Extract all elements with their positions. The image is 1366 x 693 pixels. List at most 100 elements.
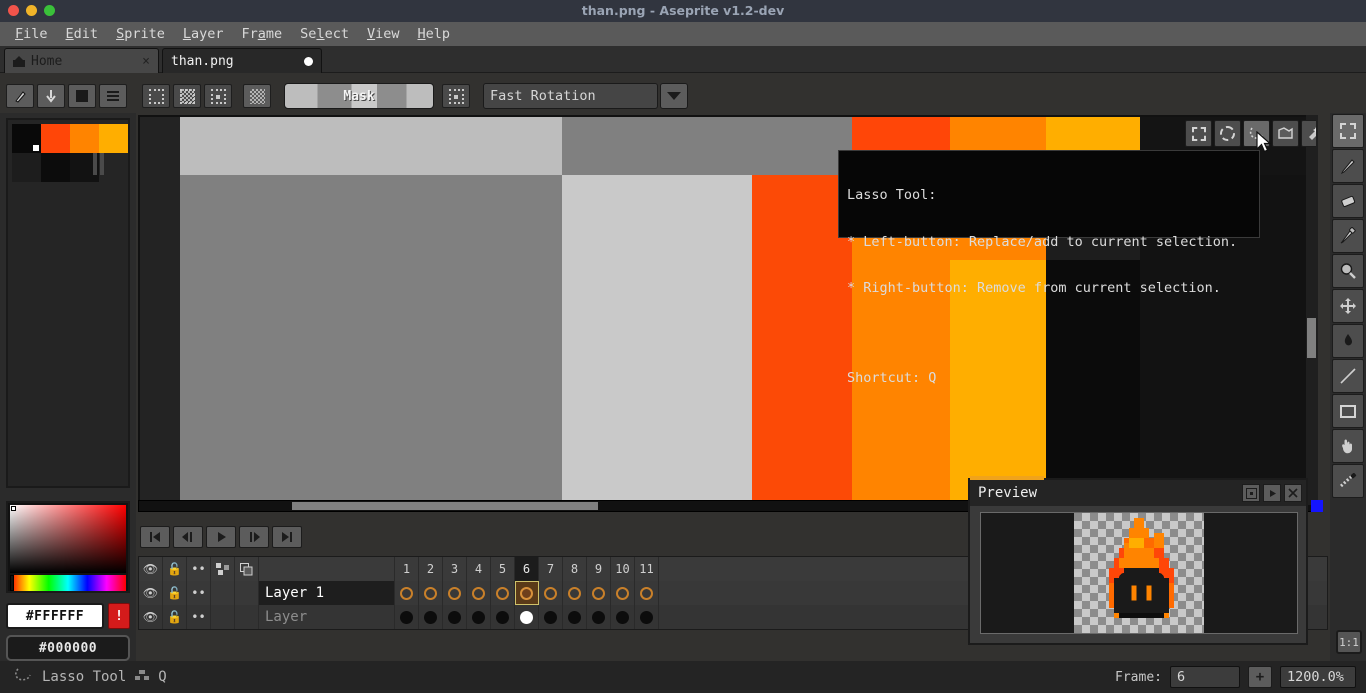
continuous-icon[interactable]: ••	[187, 605, 211, 629]
cel[interactable]	[467, 605, 491, 629]
brush-shape-icon[interactable]	[6, 84, 34, 108]
menu-frame[interactable]: Frame	[233, 24, 292, 45]
rectangle-tool-icon[interactable]	[1332, 394, 1364, 428]
palette-swatch-1[interactable]	[41, 124, 70, 153]
lock-icon[interactable]: 🔓	[163, 605, 187, 629]
menu-select[interactable]: Select	[291, 24, 358, 45]
frame-header-9[interactable]: 9	[587, 557, 611, 581]
cel[interactable]	[419, 605, 443, 629]
rotation-algorithm-select[interactable]: Fast Rotation	[483, 83, 658, 109]
play-icon[interactable]	[1263, 484, 1281, 502]
previous-frame-button[interactable]	[173, 526, 203, 548]
zoom-reset-button[interactable]: 1:1	[1336, 630, 1362, 654]
selection-add-icon[interactable]	[173, 84, 201, 108]
cel[interactable]	[563, 605, 587, 629]
line-tool-icon[interactable]	[1332, 359, 1364, 393]
mask-preview[interactable]: Mask	[284, 83, 434, 109]
cel[interactable]	[395, 605, 419, 629]
zoom-tool-icon[interactable]	[1332, 254, 1364, 288]
saturation-value-field[interactable]	[10, 505, 126, 573]
vertical-scrollbar[interactable]	[1306, 115, 1318, 505]
frame-header-1[interactable]: 1	[395, 557, 419, 581]
layer-group-icon[interactable]	[235, 557, 259, 581]
palette-swatch-0[interactable]	[12, 124, 41, 153]
menu-sprite[interactable]: Sprite	[107, 24, 174, 45]
palette-swatch-4[interactable]	[12, 153, 41, 182]
add-frame-button[interactable]: +	[1248, 666, 1272, 688]
cel[interactable]	[491, 581, 515, 605]
cel[interactable]	[635, 605, 659, 629]
first-frame-button[interactable]	[140, 526, 170, 548]
cel[interactable]	[419, 581, 443, 605]
color-palette[interactable]	[6, 118, 130, 488]
cel-selected[interactable]	[515, 581, 539, 605]
selection-replace-icon[interactable]	[142, 84, 170, 108]
menu-edit[interactable]: Edit	[57, 24, 108, 45]
continuous-icon[interactable]: ••	[187, 581, 211, 605]
cel[interactable]	[539, 581, 563, 605]
cel[interactable]	[443, 605, 467, 629]
close-icon[interactable]	[1284, 484, 1302, 502]
cel[interactable]	[443, 581, 467, 605]
contour-tool-icon[interactable]	[1332, 464, 1364, 498]
lock-icon[interactable]: 🔓	[163, 581, 187, 605]
chevron-down-icon[interactable]	[660, 83, 688, 109]
frame-input[interactable]: 6	[1170, 666, 1240, 688]
brush-square-icon[interactable]	[68, 84, 96, 108]
close-icon[interactable]: ×	[142, 54, 150, 69]
eyedropper-tool-icon[interactable]	[1332, 219, 1364, 253]
preview-body[interactable]	[980, 512, 1298, 634]
dither-icon[interactable]	[442, 84, 470, 108]
tab-home[interactable]: Home ×	[4, 48, 159, 73]
move-tool-icon[interactable]	[1332, 289, 1364, 323]
fit-icon[interactable]	[1242, 484, 1260, 502]
paint-bucket-tool-icon[interactable]	[1332, 324, 1364, 358]
cel[interactable]	[515, 605, 539, 629]
palette-swatch-2[interactable]	[70, 124, 99, 153]
play-button[interactable]	[206, 526, 236, 548]
palette-resize-handle[interactable]	[93, 153, 105, 175]
frame-header-7[interactable]: 7	[539, 557, 563, 581]
frame-header-4[interactable]: 4	[467, 557, 491, 581]
frame-header-10[interactable]: 10	[611, 557, 635, 581]
eye-icon[interactable]: 👁	[139, 605, 163, 629]
cel[interactable]	[611, 581, 635, 605]
frame-header-2[interactable]: 2	[419, 557, 443, 581]
selection-subtract-icon[interactable]	[204, 84, 232, 108]
frame-header-6[interactable]: 6	[515, 557, 539, 581]
brush-angle-icon[interactable]	[37, 84, 65, 108]
menu-layer[interactable]: Layer	[174, 24, 233, 45]
frame-header-11[interactable]: 11	[635, 557, 659, 581]
cel[interactable]	[467, 581, 491, 605]
cel[interactable]	[635, 581, 659, 605]
preview-window[interactable]: Preview	[968, 476, 1308, 645]
menu-view[interactable]: View	[358, 24, 409, 45]
rectangular-marquee-icon[interactable]	[1185, 120, 1212, 147]
background-color[interactable]: #000000	[6, 635, 130, 661]
eye-icon[interactable]: 👁	[139, 581, 163, 605]
cel[interactable]	[539, 605, 563, 629]
frame-header-5[interactable]: 5	[491, 557, 515, 581]
palette-swatch-3[interactable]	[99, 124, 128, 153]
marquee-tool-icon[interactable]	[1332, 114, 1364, 148]
elliptical-marquee-icon[interactable]	[1214, 120, 1241, 147]
pixel-perfect-icon[interactable]	[243, 84, 271, 108]
cel[interactable]	[491, 605, 515, 629]
continuous-icon[interactable]: ••	[187, 557, 211, 581]
pencil-tool-icon[interactable]	[1332, 149, 1364, 183]
foreground-color[interactable]: #FFFFFF	[6, 603, 104, 629]
cel[interactable]	[587, 581, 611, 605]
cel[interactable]	[611, 605, 635, 629]
hand-tool-icon[interactable]	[1332, 429, 1364, 463]
menu-file[interactable]: File	[6, 24, 57, 45]
cel[interactable]	[395, 581, 419, 605]
lock-icon[interactable]: 🔓	[163, 557, 187, 581]
lasso-tool-icon[interactable]	[1243, 120, 1270, 147]
brush-menu-icon[interactable]	[99, 84, 127, 108]
zoom-value[interactable]: 1200.0%	[1280, 666, 1356, 688]
menu-help[interactable]: Help	[409, 24, 460, 45]
next-frame-button[interactable]	[239, 526, 269, 548]
hue-slider[interactable]	[10, 575, 126, 591]
layer-name[interactable]: Layer 1	[259, 581, 395, 605]
cel[interactable]	[563, 581, 587, 605]
